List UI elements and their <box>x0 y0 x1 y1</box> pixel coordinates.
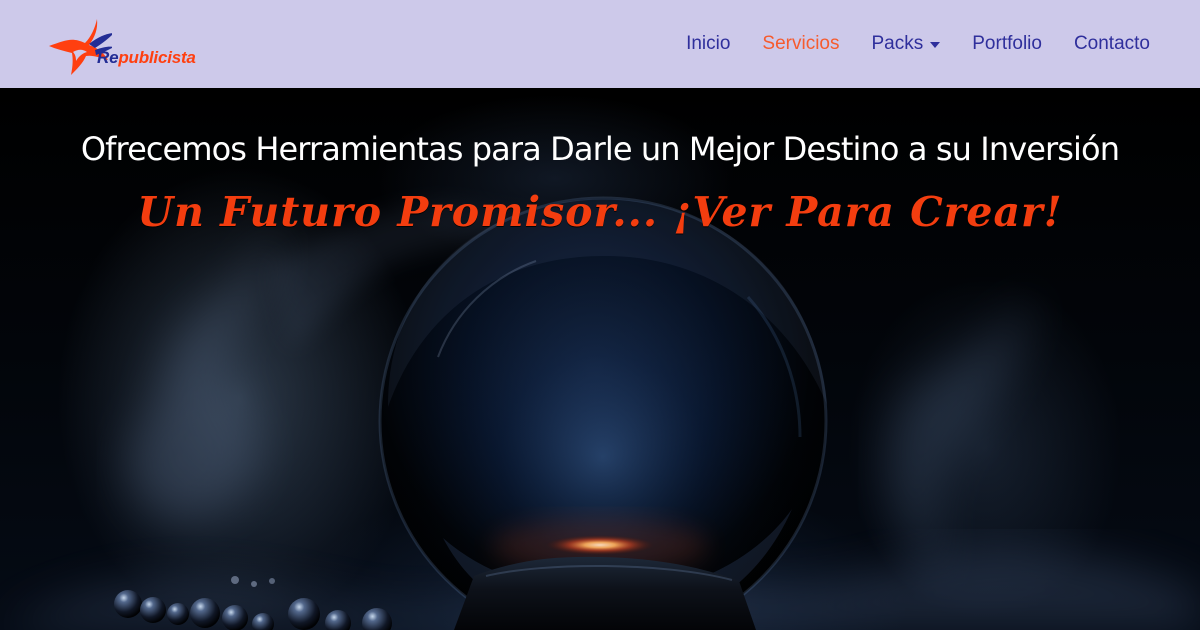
nav-packs-dropdown[interactable]: Packs <box>872 32 941 56</box>
hero-section: Ofrecemos Herramientas para Darle un Mej… <box>0 88 1200 630</box>
nav-contacto-link[interactable]: Contacto <box>1074 32 1150 56</box>
hero-subtitle: Un Futuro Promisor... ¡Ver Para Crear! <box>137 188 1063 236</box>
nav-inicio-link[interactable]: Inicio <box>686 32 730 56</box>
site-header: Republicista Inicio Servicios Packs Port… <box>0 0 1200 88</box>
brand-logo[interactable]: Republicista <box>42 14 252 76</box>
brand-suffix: publicista <box>118 48 196 67</box>
main-navigation: Inicio Servicios Packs Portfolio Contact… <box>686 31 1150 57</box>
brand-wordmark: Republicista <box>97 48 196 68</box>
nav-servicios-link[interactable]: Servicios <box>762 32 839 56</box>
brand-prefix: Re <box>97 48 119 67</box>
hero-title: Ofrecemos Herramientas para Darle un Mej… <box>80 130 1120 168</box>
nav-packs-label: Packs <box>871 33 924 54</box>
landing-page: Republicista Inicio Servicios Packs Port… <box>0 0 1200 630</box>
chevron-down-icon <box>930 42 941 48</box>
crystal-ball-icon <box>0 196 1200 630</box>
nav-portfolio-link[interactable]: Portfolio <box>972 32 1042 56</box>
